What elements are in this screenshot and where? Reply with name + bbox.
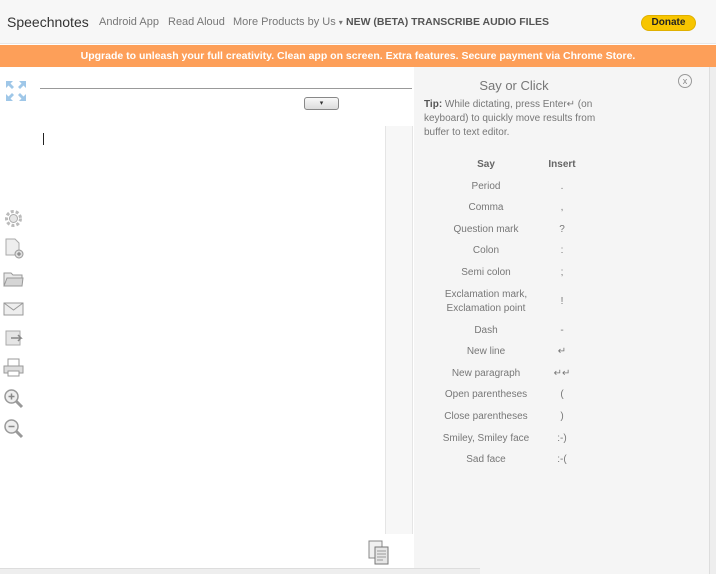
zoom-out-icon[interactable]: [3, 418, 24, 439]
zoom-in-icon[interactable]: [3, 388, 24, 409]
command-say-text: Exclamation mark, Exclamation point: [444, 289, 528, 314]
command-say-text: New line: [466, 346, 506, 357]
nav-read-aloud[interactable]: Read Aloud: [168, 16, 225, 28]
command-say-text: Sad face: [466, 454, 506, 465]
command-insert-symbol: :-): [557, 433, 567, 444]
new-document-icon[interactable]: [3, 238, 24, 259]
command-say-text: Question mark: [453, 224, 519, 235]
say-or-click-panel: Say or Click x Tip: While dictating, pre…: [414, 67, 709, 574]
tip-text: While dictating, press Enter↵ (on keyboa…: [424, 99, 596, 138]
horizontal-scrollbar[interactable]: [0, 568, 480, 574]
command-insert-symbol: ): [560, 411, 564, 422]
tip-label: Tip:: [424, 99, 443, 110]
command-say-text: Period: [471, 181, 501, 192]
command-insert-symbol: :: [560, 245, 564, 256]
text-cursor: [43, 133, 44, 145]
options-dropdown[interactable]: ▾: [304, 97, 339, 110]
panel-title: Say or Click: [479, 78, 549, 93]
dictation-tip: Tip: While dictating, press Enter↵ (on k…: [424, 98, 604, 140]
command-say-text: Smiley, Smiley face: [442, 433, 530, 444]
command-insert-symbol: ,: [560, 202, 564, 213]
command-insert-symbol: :-(: [557, 454, 567, 465]
command-insert-symbol: ?: [559, 224, 565, 235]
column-say: Say: [477, 159, 495, 170]
command-insert-symbol: (: [560, 389, 564, 400]
fullscreen-icon[interactable]: [5, 80, 27, 102]
command-say-text: Dash: [474, 325, 498, 336]
command-insert-symbol: ↵: [557, 346, 567, 357]
column-insert: Insert: [548, 159, 576, 170]
command-say-text: New paragraph: [451, 368, 521, 379]
text-editor[interactable]: [40, 126, 385, 534]
command-say-text: Colon: [472, 245, 500, 256]
scrollbar[interactable]: [709, 67, 716, 574]
nav-more-products[interactable]: More Products by Us ▾: [233, 16, 343, 28]
nav-android-app[interactable]: Android App: [99, 16, 159, 28]
settings-icon[interactable]: [3, 208, 24, 229]
copy-buffer-icon[interactable]: [368, 540, 390, 566]
command-insert-symbol: ↵↵: [553, 368, 571, 379]
upgrade-banner[interactable]: Upgrade to unleash your full creativity.…: [0, 45, 716, 67]
close-icon[interactable]: x: [678, 74, 692, 88]
buffer-divider: [385, 126, 413, 534]
email-icon[interactable]: [3, 298, 24, 319]
command-say-text: Semi colon: [461, 267, 511, 278]
command-insert-symbol: .: [560, 181, 564, 192]
command-insert-symbol: !: [560, 296, 564, 307]
donate-button[interactable]: Donate: [641, 15, 696, 31]
brand-logo[interactable]: Speechnotes: [7, 14, 89, 30]
top-navigation-bar: Speechnotes Android App Read Aloud More …: [0, 0, 716, 44]
nav-transcribe-audio[interactable]: NEW (BETA) TRANSCRIBE AUDIO FILES: [346, 16, 549, 28]
open-folder-icon[interactable]: [3, 268, 24, 289]
nav-more-products-label: More Products by Us: [233, 16, 336, 28]
command-say-text: Close parentheses: [444, 411, 528, 422]
editor-toolbar-divider: [40, 88, 412, 89]
export-icon[interactable]: [3, 327, 24, 348]
command-say-text: Comma: [468, 202, 504, 213]
command-insert-symbol: -: [560, 325, 564, 336]
print-icon[interactable]: [3, 357, 24, 378]
command-say-text: Open parentheses: [444, 389, 528, 400]
command-insert-symbol: ;: [560, 267, 564, 278]
chevron-down-icon: ▾: [338, 18, 343, 27]
